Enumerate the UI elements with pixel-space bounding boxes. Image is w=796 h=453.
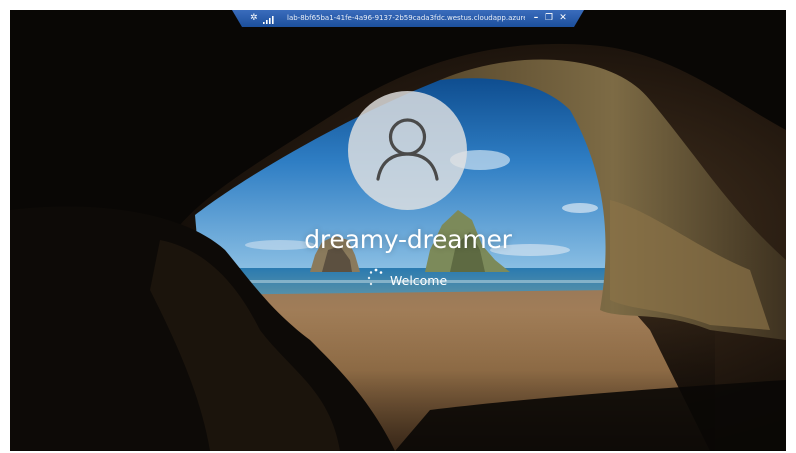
username-label: dreamy-dreamer (304, 225, 512, 254)
restore-icon[interactable]: ❐ (543, 11, 555, 25)
pin-icon[interactable]: ✲ (250, 12, 258, 24)
connection-quality-icon[interactable] (262, 15, 276, 24)
remote-desktop-window: ✲ lab-8bf65ba1-41fe-4a96-9137-2b59cada3f… (10, 10, 786, 451)
welcome-status-text: Welcome (390, 273, 448, 288)
user-avatar-icon (376, 118, 439, 181)
user-avatar (348, 91, 467, 210)
close-icon[interactable]: ✕ (557, 11, 569, 25)
minimize-icon[interactable]: – (530, 11, 542, 25)
loading-spinner-icon (367, 268, 383, 286)
rdp-connection-title: lab-8bf65ba1-41fe-4a96-9137-2b59cada3fdc… (287, 14, 525, 22)
rdp-connection-bar: ✲ lab-8bf65ba1-41fe-4a96-9137-2b59cada3f… (232, 10, 584, 27)
